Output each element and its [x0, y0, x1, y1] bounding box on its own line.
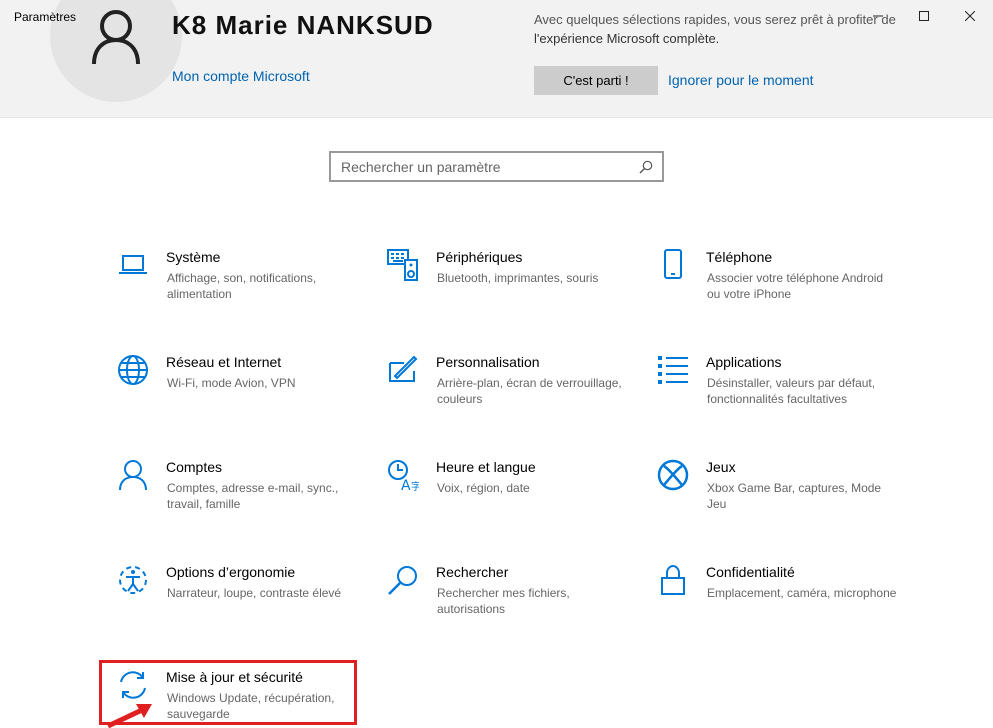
tile-description: Voix, région, date: [437, 481, 530, 495]
keyboard-icon: [386, 249, 420, 283]
svg-text:A: A: [401, 478, 411, 491]
microsoft-account-link[interactable]: Mon compte Microsoft: [172, 68, 310, 84]
close-button[interactable]: [947, 0, 993, 32]
window-title: Paramètres: [14, 10, 77, 24]
tile-description: Narrateur, loupe, contraste élevé: [167, 586, 342, 600]
xbox-icon: [656, 459, 690, 493]
tile-description: Bluetooth, imprimantes, souris: [437, 271, 599, 285]
settings-search[interactable]: [329, 151, 664, 182]
tile-description: Désinstaller, valeurs par défaut, foncti…: [707, 376, 876, 406]
tile-title: Système: [166, 249, 221, 265]
person-icon: [116, 459, 150, 493]
tile-title: Confidentialité: [706, 564, 795, 580]
laptop-icon: [116, 249, 150, 283]
tile-title: Personnalisation: [436, 354, 540, 370]
promo-line-2: l'expérience Microsoft complète.: [534, 31, 720, 46]
tile-title: Mise à jour et sécurité: [166, 669, 303, 685]
apps-list-icon: [656, 354, 690, 388]
tile-search[interactable]: Rechercher Rechercher mes fichiers, auto…: [386, 564, 636, 644]
tile-title: Options d’ergonomie: [166, 564, 296, 580]
search-magnifier-icon: [386, 564, 420, 598]
paint-icon: [386, 354, 420, 388]
tile-title: Heure et langue: [436, 459, 536, 475]
search-icon[interactable]: [634, 155, 658, 179]
svg-text:字: 字: [411, 480, 419, 491]
close-icon: [965, 11, 975, 21]
user-avatar-icon: [92, 10, 140, 64]
tile-description: Associer votre téléphone Android ou votr…: [707, 271, 884, 301]
tile-accounts[interactable]: Comptes Comptes, adresse e-mail, sync., …: [116, 459, 366, 539]
tile-description: Windows Update, récupération, sauvegarde: [167, 691, 335, 721]
tile-description: Emplacement, caméra, microphone: [707, 586, 897, 600]
tile-update-security[interactable]: Mise à jour et sécurité Windows Update, …: [116, 669, 366, 728]
search-input[interactable]: [331, 153, 634, 180]
tile-title: Rechercher: [436, 564, 509, 580]
tile-personalization[interactable]: Personnalisation Arrière-plan, écran de …: [386, 354, 636, 434]
tile-time-language[interactable]: A字 Heure et langue Voix, région, date: [386, 459, 636, 539]
tile-devices[interactable]: Périphériques Bluetooth, imprimantes, so…: [386, 249, 636, 329]
tile-privacy[interactable]: Confidentialité Emplacement, caméra, mic…: [656, 564, 906, 644]
tile-title: Téléphone: [706, 249, 773, 265]
tile-title: Réseau et Internet: [166, 354, 282, 370]
tile-ease-of-access[interactable]: Options d’ergonomie Narrateur, loupe, co…: [116, 564, 366, 644]
get-started-button[interactable]: C'est parti !: [534, 66, 658, 95]
tile-apps[interactable]: Applications Désinstaller, valeurs par d…: [656, 354, 906, 434]
tile-network[interactable]: Réseau et Internet Wi-Fi, mode Avion, VP…: [116, 354, 366, 434]
maximize-icon: [919, 11, 929, 21]
tile-title: Applications: [706, 354, 782, 370]
tile-phone[interactable]: Téléphone Associer votre téléphone Andro…: [656, 249, 906, 329]
minimize-button[interactable]: [855, 0, 901, 32]
maximize-button[interactable]: [901, 0, 947, 32]
skip-for-now-link[interactable]: Ignorer pour le moment: [668, 72, 814, 88]
minimize-icon: [873, 15, 883, 17]
time-language-icon: A字: [386, 459, 420, 493]
tile-description: Arrière-plan, écran de verrouillage, cou…: [437, 376, 622, 406]
globe-icon: [116, 354, 150, 388]
tile-description: Comptes, adresse e-mail, sync., travail,…: [167, 481, 339, 511]
lock-icon: [656, 564, 690, 598]
tile-description: Rechercher mes fichiers, autorisations: [437, 586, 570, 616]
tile-description: Affichage, son, notifications, alimentat…: [167, 271, 317, 301]
tile-title: Périphériques: [436, 249, 523, 265]
tile-system[interactable]: Système Affichage, son, notifications, a…: [116, 249, 366, 329]
update-sync-icon: [116, 669, 150, 703]
account-name: K8 Marie NANKSUD: [172, 10, 434, 40]
phone-icon: [656, 249, 690, 283]
tile-description: Wi-Fi, mode Avion, VPN: [167, 376, 296, 390]
tile-title: Comptes: [166, 459, 223, 475]
account-header: K8 Marie NANKSUD Mon compte Microsoft Av…: [0, 0, 993, 118]
tile-description: Xbox Game Bar, captures, Mode Jeu: [707, 481, 882, 511]
tile-gaming[interactable]: Jeux Xbox Game Bar, captures, Mode Jeu: [656, 459, 906, 539]
ease-of-access-icon: [116, 564, 150, 598]
tile-title: Jeux: [706, 459, 736, 475]
